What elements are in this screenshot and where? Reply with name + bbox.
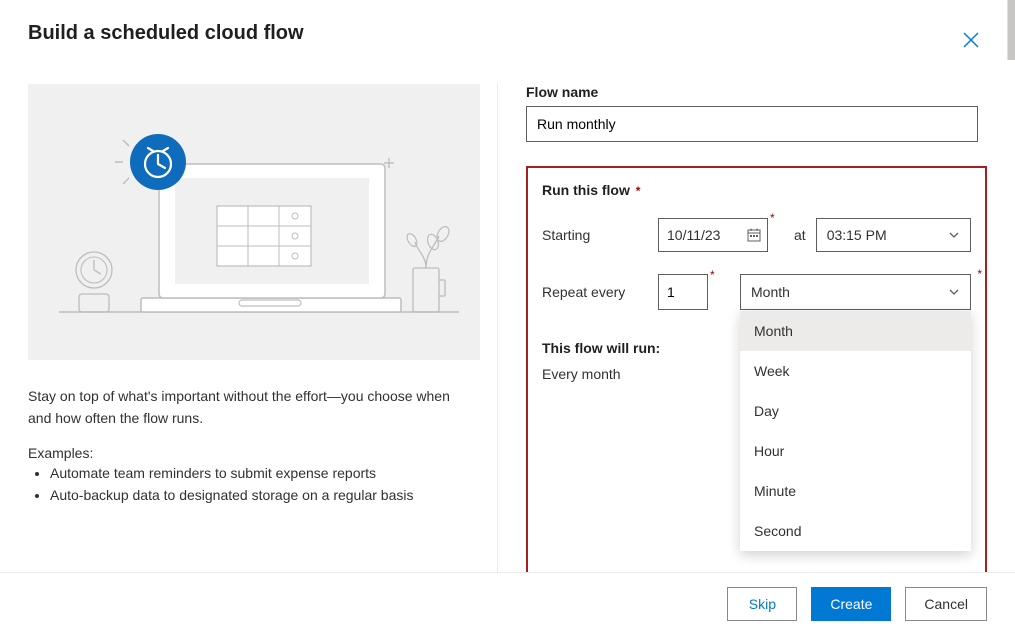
right-panel: Flow name Run this flow * Starting 10/11… bbox=[498, 84, 987, 584]
unit-option-month[interactable]: Month bbox=[740, 311, 971, 351]
examples-list: Automate team reminders to submit expens… bbox=[28, 463, 475, 506]
create-button[interactable]: Create bbox=[811, 587, 891, 621]
dialog-root: Build a scheduled cloud flow bbox=[0, 0, 1015, 584]
required-star: * bbox=[770, 211, 775, 225]
close-button[interactable] bbox=[959, 28, 983, 52]
run-section-heading: Run this flow * bbox=[542, 182, 971, 198]
repeat-row: Repeat every * Month * Month bbox=[542, 274, 971, 310]
starting-row: Starting 10/11/23 bbox=[542, 218, 971, 252]
examples-item: Auto-backup data to designated storage o… bbox=[50, 485, 475, 507]
unit-option-day[interactable]: Day bbox=[740, 391, 971, 431]
skip-button[interactable]: Skip bbox=[727, 587, 797, 621]
repeat-unit-value: Month bbox=[751, 284, 790, 300]
unit-option-week[interactable]: Week bbox=[740, 351, 971, 391]
unit-option-second[interactable]: Second bbox=[740, 511, 971, 551]
chevron-down-icon bbox=[948, 229, 960, 241]
repeat-label: Repeat every bbox=[542, 284, 658, 300]
unit-option-minute[interactable]: Minute bbox=[740, 471, 971, 511]
examples-item: Automate team reminders to submit expens… bbox=[50, 463, 475, 485]
cancel-button[interactable]: Cancel bbox=[905, 587, 987, 621]
required-star: * bbox=[710, 268, 715, 282]
title-row: Build a scheduled cloud flow bbox=[28, 22, 987, 52]
unit-dropdown-list: Month Week Day Hour Minute Second bbox=[740, 311, 971, 551]
required-star: * bbox=[636, 184, 641, 198]
start-date-value: 10/11/23 bbox=[667, 227, 720, 243]
illustration bbox=[28, 84, 480, 360]
repeat-unit-select[interactable]: Month * Month Week Day Hour Minute S bbox=[740, 274, 971, 310]
run-schedule-section: Run this flow * Starting 10/11/23 bbox=[526, 166, 987, 584]
illustration-svg bbox=[39, 102, 469, 342]
repeat-count-input[interactable] bbox=[658, 274, 708, 310]
start-time-value: 03:15 PM bbox=[827, 227, 887, 243]
calendar-icon bbox=[747, 228, 761, 242]
chevron-down-icon bbox=[948, 286, 960, 298]
close-icon bbox=[963, 32, 979, 48]
dialog-title: Build a scheduled cloud flow bbox=[28, 22, 304, 45]
flow-name-input[interactable] bbox=[526, 106, 978, 142]
content-row: Stay on top of what's important without … bbox=[28, 84, 987, 584]
unit-option-hour[interactable]: Hour bbox=[740, 431, 971, 471]
required-star: * bbox=[977, 267, 982, 281]
flow-name-label: Flow name bbox=[526, 84, 987, 100]
start-date-input[interactable]: 10/11/23 bbox=[658, 218, 768, 252]
starting-label: Starting bbox=[542, 227, 658, 243]
start-time-select[interactable]: 03:15 PM bbox=[816, 218, 971, 252]
dialog-footer: Skip Create Cancel bbox=[0, 572, 1015, 635]
description-text: Stay on top of what's important without … bbox=[28, 386, 475, 429]
scrollbar-thumb[interactable] bbox=[1007, 0, 1015, 60]
run-section-heading-text: Run this flow bbox=[542, 182, 630, 198]
examples-heading: Examples: bbox=[28, 445, 475, 461]
left-panel: Stay on top of what's important without … bbox=[28, 84, 498, 584]
at-label: at bbox=[794, 227, 806, 243]
